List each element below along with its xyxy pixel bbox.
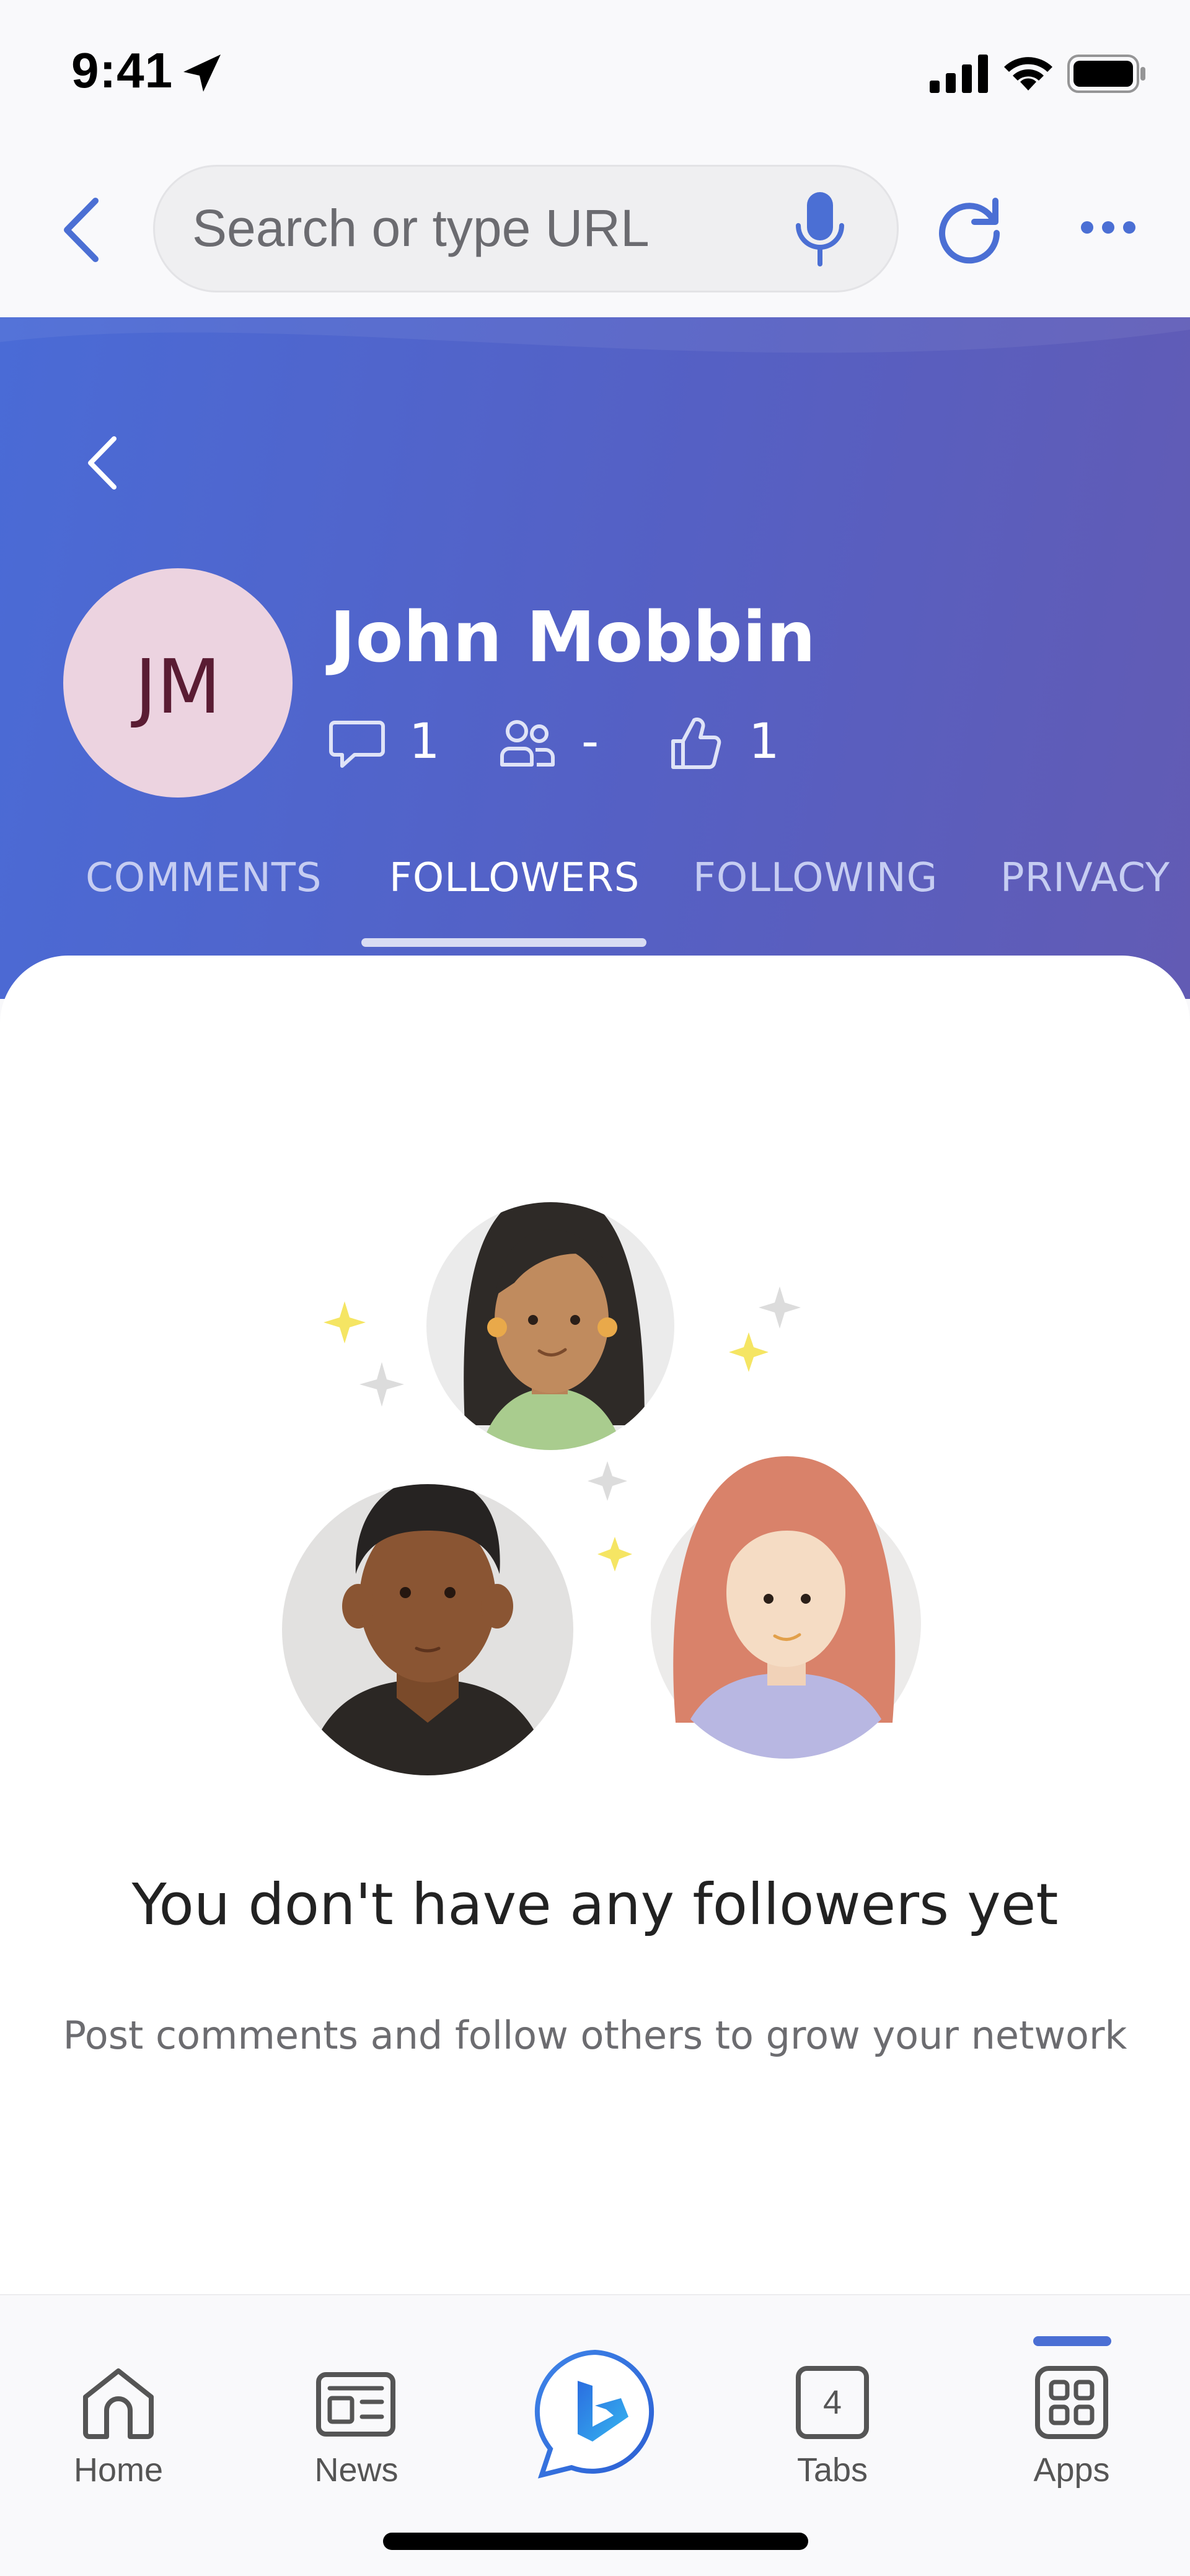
likes-count-icon	[671, 717, 721, 769]
empty-state-subtitle: Post comments and follow others to grow …	[63, 2013, 1127, 2058]
home-indicator	[383, 2533, 808, 2550]
home-icon[interactable]	[81, 2366, 156, 2439]
person-avatar-right	[651, 1456, 921, 1759]
followers-count: -	[581, 714, 599, 770]
status-time: 9:41	[71, 43, 174, 98]
battery-icon	[1067, 55, 1145, 93]
more-options-icon[interactable]	[1078, 218, 1138, 237]
tab-following[interactable]: FOLLOWING	[693, 855, 938, 901]
avatar-initials: JM	[134, 644, 221, 731]
tab-privacy[interactable]: PRIVACY	[1000, 855, 1170, 901]
person-avatar-top	[426, 1202, 674, 1450]
empty-state-title: You don't have any followers yet	[131, 1871, 1059, 1938]
wifi-icon	[1004, 57, 1052, 90]
apps-active-indicator	[1033, 2336, 1111, 2346]
active-tab-indicator	[361, 938, 646, 947]
tab-followers[interactable]: FOLLOWERS	[389, 855, 640, 901]
comments-count-icon	[329, 721, 385, 768]
empty-followers-illustration	[282, 1202, 921, 1775]
news-icon[interactable]	[315, 2371, 397, 2438]
browser-back-icon[interactable]	[57, 196, 105, 264]
followers-count-icon	[500, 720, 555, 767]
tab-comments[interactable]: COMMENTS	[86, 855, 322, 901]
bing-chat-icon[interactable]	[528, 2349, 662, 2479]
refresh-icon[interactable]	[936, 196, 1004, 264]
person-avatar-left	[282, 1484, 573, 1775]
profile-name: John Mobbin	[330, 597, 816, 678]
address-bar-placeholder: Search or type URL	[192, 199, 650, 257]
comments-count: 1	[409, 714, 440, 770]
tabs-count: 4	[822, 2384, 842, 2421]
nav-apps-label[interactable]: Apps	[1010, 2451, 1134, 2489]
location-arrow-icon	[183, 55, 221, 92]
nav-home-label[interactable]: Home	[56, 2451, 180, 2489]
nav-news-label[interactable]: News	[294, 2451, 418, 2489]
nav-tabs-label[interactable]: Tabs	[770, 2451, 894, 2489]
likes-count: 1	[749, 714, 780, 770]
profile-back-icon[interactable]	[82, 434, 123, 492]
apps-icon[interactable]	[1034, 2365, 1109, 2440]
microphone-icon[interactable]	[793, 190, 847, 269]
signal-icon	[930, 55, 988, 93]
